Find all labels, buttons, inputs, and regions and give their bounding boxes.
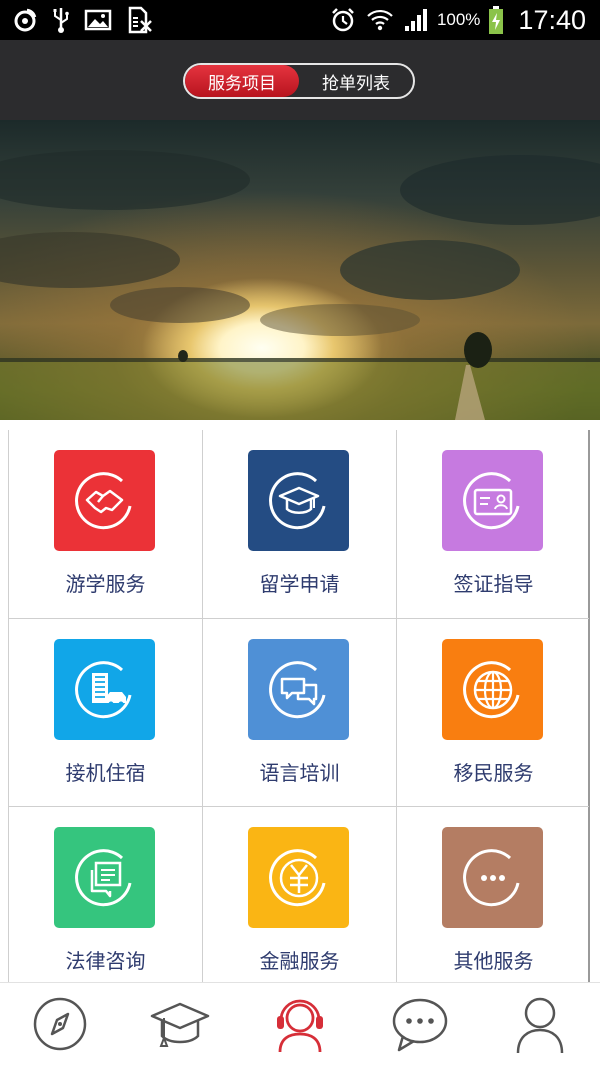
service-label: 金融服务 [259,949,340,973]
services-grid: 游学服务 留学申请 签证指导 接机住宿 语言培训 移民服务 法律咨询 金融服务 … [8,430,590,982]
id-card-icon [442,450,543,551]
more-dots-icon [442,827,543,928]
customer-service-icon [268,992,332,1060]
service-study-abroad[interactable]: 留学申请 [203,430,396,618]
wifi-icon [365,6,395,34]
service-label: 签证指导 [453,572,534,596]
service-label: 语言培训 [259,761,340,785]
service-finance[interactable]: 金融服务 [203,807,396,995]
nav-customer-service[interactable] [240,983,360,1068]
service-study-tour[interactable]: 游学服务 [9,430,202,618]
usb-icon [52,6,70,34]
service-other[interactable]: 其他服务 [397,807,590,995]
clock: 17:40 [518,4,586,35]
graduation-cap-icon [148,994,212,1058]
globe-icon [442,639,543,740]
service-label: 游学服务 [65,572,146,596]
nav-discover[interactable] [0,983,120,1068]
compass-icon [30,994,90,1058]
legal-document-icon [54,827,155,928]
service-pickup-lodging[interactable]: 接机住宿 [9,619,202,807]
tab-order-list[interactable]: 抢单列表 [299,65,413,97]
graduation-cap-icon [248,450,349,551]
signal-icon [403,7,429,33]
service-visa[interactable]: 签证指导 [397,430,590,618]
service-language-training[interactable]: 语言培训 [203,619,396,807]
building-car-icon [54,639,155,740]
tab-service-items[interactable]: 服务项目 [185,65,299,97]
service-label: 移民服务 [453,761,534,785]
service-immigration[interactable]: 移民服务 [397,619,590,807]
service-label: 留学申请 [259,572,340,596]
service-label: 法律咨询 [65,949,146,973]
service-label: 接机住宿 [65,761,146,785]
service-label: 其他服务 [453,949,534,973]
handshake-icon [54,450,155,551]
battery-charging-icon [488,5,504,35]
status-bar: 100% 17:40 [0,0,600,40]
weibo-icon [12,7,38,33]
service-legal-consulting[interactable]: 法律咨询 [9,807,202,995]
nav-study[interactable] [120,983,240,1068]
sunset-landscape-image [0,150,600,420]
chat-bubbles-icon [248,639,349,740]
yuan-coin-icon [248,827,349,928]
message-icon [389,994,451,1058]
nav-profile[interactable] [480,983,600,1068]
sim-icon [126,6,154,34]
image-icon [84,8,112,32]
bottom-nav [0,982,600,1067]
alarm-icon [329,6,357,34]
battery-percent: 100% [436,10,481,29]
banner-image[interactable] [0,120,600,420]
segmented-control: 服务项目 抢单列表 [183,63,415,99]
app-header: 服务项目 抢单列表 [0,40,600,120]
profile-icon [512,993,568,1059]
nav-messages[interactable] [360,983,480,1068]
